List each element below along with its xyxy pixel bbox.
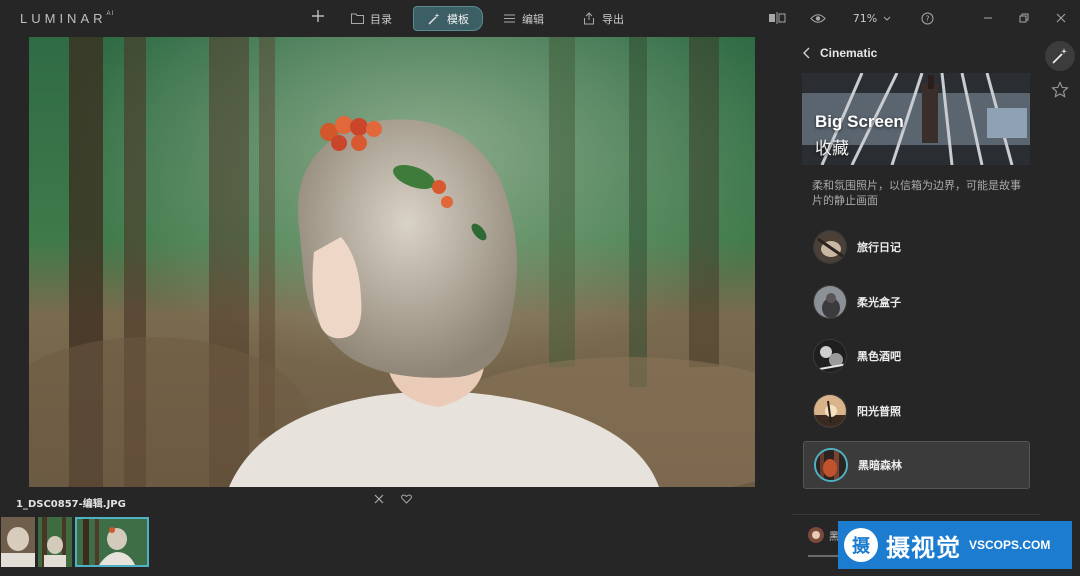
plus-icon xyxy=(312,10,324,22)
watermark-text: 摄视觉 xyxy=(886,533,961,562)
top-bar: LUMINARAI 目录 模板 编辑 导出 71% ? xyxy=(0,0,1080,36)
watermark-logo: 摄 xyxy=(844,528,878,562)
restore-icon xyxy=(1019,13,1029,23)
luminar-app: LUMINARAI 目录 模板 编辑 导出 71% ? 1_DSC0857-编辑… xyxy=(0,0,1080,576)
preset-item[interactable]: 黑色酒吧 xyxy=(803,332,1030,380)
collection-description: 柔和氛围照片，以信箱为边界，可能是故事片的静止画面 xyxy=(812,179,1021,207)
heart-icon xyxy=(400,494,412,504)
panel-divider xyxy=(792,514,1040,515)
svg-text:?: ? xyxy=(925,14,929,23)
filmstrip-thumbnail[interactable] xyxy=(38,517,72,567)
preset-item-selected[interactable]: 黑暗森林 xyxy=(803,441,1030,489)
share-icon xyxy=(582,12,596,26)
portrait-photo xyxy=(29,37,755,487)
favorites-button[interactable] xyxy=(1048,78,1072,102)
chevron-down-icon xyxy=(883,16,891,21)
main-photo-canvas[interactable] xyxy=(29,37,755,487)
preset-thumbnail xyxy=(813,394,847,428)
tab-edit[interactable]: 编辑 xyxy=(492,6,554,31)
thumbnail-image xyxy=(77,519,147,565)
preset-label: 阳光普照 xyxy=(857,405,901,418)
add-photos-button[interactable] xyxy=(308,7,328,29)
preset-thumbnail xyxy=(813,339,847,373)
back-button[interactable] xyxy=(803,47,815,63)
preset-label: 黑暗森林 xyxy=(858,459,902,472)
preset-item[interactable]: 旅行日记 xyxy=(803,223,1030,271)
preset-item[interactable]: 阳光普照 xyxy=(803,387,1030,435)
thumbnail-image xyxy=(38,517,72,567)
maximize-button[interactable] xyxy=(1014,8,1034,28)
close-icon xyxy=(374,494,384,504)
preset-thumbnail xyxy=(813,230,847,264)
collection-subtitle: 收藏 xyxy=(815,139,849,159)
magic-wand-icon xyxy=(427,12,441,26)
star-icon xyxy=(1051,81,1069,98)
watermark-domain: VSCOPS.COM xyxy=(969,538,1051,552)
help-icon: ? xyxy=(921,12,933,24)
preset-item[interactable]: 柔光盒子 xyxy=(803,278,1030,326)
preset-thumbnail xyxy=(814,448,848,482)
tab-templates[interactable]: 模板 xyxy=(413,6,483,31)
panel-scroll-indicator xyxy=(808,555,838,557)
close-icon xyxy=(1056,13,1066,23)
sliders-icon xyxy=(502,12,516,26)
magic-wand-icon xyxy=(1052,48,1068,64)
zoom-dropdown[interactable]: 71% xyxy=(848,8,896,28)
preset-label: 黑色酒吧 xyxy=(857,350,901,363)
compare-icon xyxy=(769,12,786,24)
preset-thumbnail xyxy=(813,285,847,319)
compare-view-button[interactable] xyxy=(764,8,790,28)
thumbnail-image xyxy=(1,517,35,567)
filmstrip-thumbnail-selected[interactable] xyxy=(75,517,149,567)
filename-label: 1_DSC0857-编辑.JPG xyxy=(16,499,126,510)
app-logo: LUMINARAI xyxy=(20,10,115,26)
preview-toggle-button[interactable] xyxy=(806,8,830,28)
preset-label: 柔光盒子 xyxy=(857,296,901,309)
tab-export[interactable]: 导出 xyxy=(572,6,634,31)
category-title: Cinematic xyxy=(820,46,878,60)
minimize-button[interactable] xyxy=(978,8,998,28)
favorite-button[interactable] xyxy=(398,493,414,509)
watermark-banner: 摄 摄视觉 VSCOPS.COM xyxy=(838,521,1072,569)
reject-button[interactable] xyxy=(371,493,387,509)
collection-title: Big Screen xyxy=(815,112,904,131)
tab-catalog[interactable]: 目录 xyxy=(340,6,402,31)
ai-templates-button[interactable] xyxy=(1045,41,1075,71)
close-window-button[interactable] xyxy=(1051,8,1071,28)
filmstrip-thumbnail[interactable] xyxy=(1,517,35,567)
bottom-preset-thumbnail[interactable] xyxy=(808,527,824,543)
folder-icon xyxy=(350,12,364,26)
preset-label: 旅行日记 xyxy=(857,241,901,254)
eye-icon xyxy=(810,13,826,23)
help-button[interactable]: ? xyxy=(916,8,938,28)
chevron-left-icon xyxy=(803,47,810,59)
minimize-icon xyxy=(984,17,992,19)
